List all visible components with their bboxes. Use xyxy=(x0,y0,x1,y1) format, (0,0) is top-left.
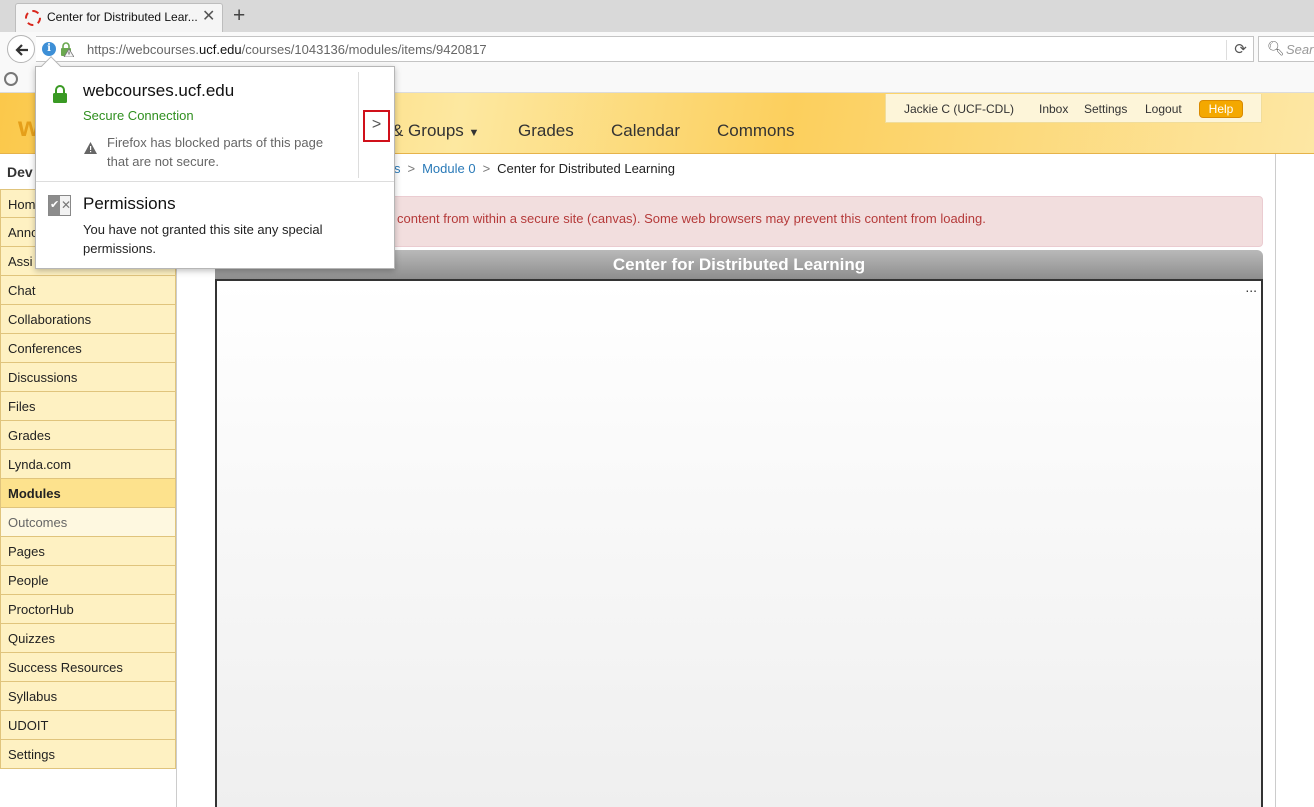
more-info-button[interactable]: > xyxy=(363,110,390,142)
green-lock-icon xyxy=(53,85,67,103)
search-placeholder: Search xyxy=(1286,42,1314,57)
external-content-frame[interactable]: ... xyxy=(215,279,1263,807)
new-tab-icon[interactable]: + xyxy=(233,3,245,29)
breadcrumb: s > Module 0 > Center for Distributed Learni… xyxy=(394,161,675,176)
url-text[interactable]: https://webcourses.ucf.edu/courses/10431… xyxy=(87,42,487,57)
nav-commons[interactable]: Commons xyxy=(717,121,794,141)
sidebar-item-pages[interactable]: Pages xyxy=(0,537,176,566)
sidebar-item-people[interactable]: People xyxy=(0,566,176,595)
canvas-favicon-icon xyxy=(25,10,41,26)
breadcrumb-separator: > xyxy=(482,161,491,176)
nav-groups[interactable]: & Groups ▼ xyxy=(392,121,479,141)
blocked-content-warning: Firefox has blocked parts of this page t… xyxy=(107,135,324,169)
back-button[interactable] xyxy=(7,35,35,63)
popup-divider xyxy=(358,72,359,178)
sidebar-item-conferences[interactable]: Conferences xyxy=(0,334,176,363)
nav-grades[interactable]: Grades xyxy=(518,121,574,141)
sidebar-item-udoit[interactable]: UDOIT xyxy=(0,711,176,740)
popup-host: webcourses.ucf.edu xyxy=(83,81,235,100)
browser-tab-bar: Center for Distributed Lear... ✕ + xyxy=(0,0,1314,32)
permissions-title: Permissions xyxy=(83,194,176,213)
sidebar-item-quizzes[interactable]: Quizzes xyxy=(0,624,176,653)
secure-connection-label: Secure Connection xyxy=(83,108,194,123)
sidebar-item-success-resources[interactable]: Success Resources xyxy=(0,653,176,682)
site-info-icon[interactable]: i xyxy=(42,42,56,56)
warning-icon xyxy=(84,142,97,154)
breadcrumb-module-0-link[interactable]: Module 0 xyxy=(422,161,475,176)
more-options-icon[interactable]: ... xyxy=(1245,279,1257,295)
settings-link[interactable]: Settings xyxy=(1084,102,1127,116)
url-bar[interactable]: i https://webcourses.ucf.edu/courses/104… xyxy=(36,36,1254,62)
sidebar-item-chat[interactable]: Chat xyxy=(0,276,176,305)
sidebar-item-collaborations[interactable]: Collaborations xyxy=(0,305,176,334)
globe-icon[interactable] xyxy=(4,72,18,86)
site-identity-popup: webcourses.ucf.edu Secure Connection Fir… xyxy=(35,56,395,269)
breadcrumb-current: Center for Distributed Learning xyxy=(497,161,675,176)
sidebar-item-modules[interactable]: Modules xyxy=(0,479,176,508)
reload-icon[interactable]: ⟳ xyxy=(1226,40,1254,60)
browser-nav-bar: i https://webcourses.ucf.edu/courses/104… xyxy=(0,32,1314,66)
mixed-content-lock-icon[interactable] xyxy=(60,41,74,57)
nav-calendar[interactable]: Calendar xyxy=(611,121,680,141)
logout-link[interactable]: Logout xyxy=(1145,102,1182,116)
breadcrumb-separator: > xyxy=(407,161,416,176)
alert-text: content from within a secure site (canva… xyxy=(397,211,986,226)
search-bar[interactable]: 🔍︎ Search xyxy=(1258,36,1314,62)
search-icon: 🔍︎ xyxy=(1267,40,1285,56)
back-arrow-icon xyxy=(15,44,28,56)
user-name-link[interactable]: Jackie C (UCF-CDL) xyxy=(904,102,1014,116)
sidebar-item-outcomes[interactable]: Outcomes xyxy=(0,508,176,537)
help-button[interactable]: Help xyxy=(1199,100,1243,118)
browser-tab[interactable]: Center for Distributed Lear... ✕ xyxy=(15,3,223,32)
permissions-text: You have not granted this site any speci… xyxy=(83,222,323,256)
user-nav: Jackie C (UCF-CDL) Inbox Settings Logout… xyxy=(885,94,1262,123)
close-tab-icon[interactable]: ✕ xyxy=(202,7,215,27)
permissions-icon: ✔ ✕ xyxy=(48,195,71,216)
tab-title: Center for Distributed Lear... xyxy=(47,10,198,24)
sidebar-item-files[interactable]: Files xyxy=(0,392,176,421)
sidebar-item-settings[interactable]: Settings xyxy=(0,740,176,769)
sidebar-item-discussions[interactable]: Discussions xyxy=(0,363,176,392)
sidebar-item-syllabus[interactable]: Syllabus xyxy=(0,682,176,711)
sidebar-item-lynda[interactable]: Lynda.com xyxy=(0,450,176,479)
sidebar-item-proctorhub[interactable]: ProctorHub xyxy=(0,595,176,624)
sidebar-item-grades[interactable]: Grades xyxy=(0,421,176,450)
popup-divider xyxy=(36,181,394,182)
dropdown-caret-icon: ▼ xyxy=(468,127,480,139)
inbox-link[interactable]: Inbox xyxy=(1039,102,1068,116)
